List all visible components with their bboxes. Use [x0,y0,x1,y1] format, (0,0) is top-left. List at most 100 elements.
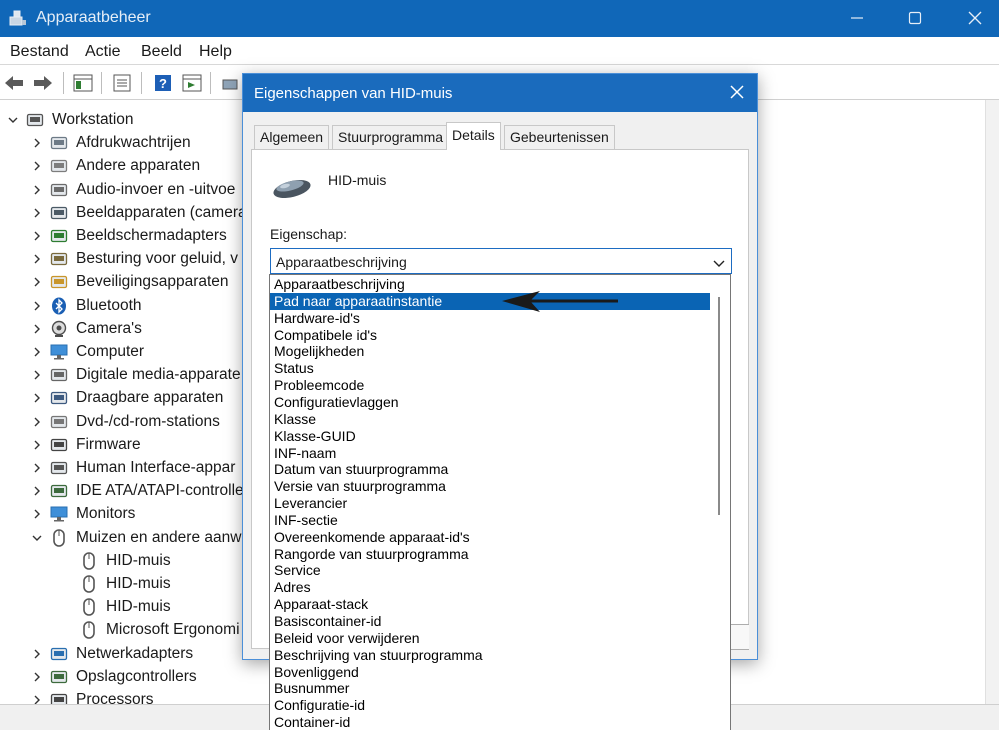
tree-item-category-5[interactable]: Besturing voor geluid, v [30,248,238,270]
tree-item-category-15[interactable]: IDE ATA/ATAPI-controlle [30,480,244,502]
dropdown-option[interactable]: Datum van stuurprogramma [270,461,710,478]
tree-item-category-0[interactable]: Afdrukwachtrijen [30,132,191,154]
chevron-right-icon[interactable] [30,136,44,150]
tree-item-workstation[interactable]: Workstation [6,109,134,131]
dropdown-option[interactable]: Status [270,360,710,377]
dropdown-option[interactable]: Service [270,562,710,579]
tree-item-category-8[interactable]: Camera's [30,318,142,340]
dropdown-option[interactable]: INF-naam [270,445,710,462]
chevron-down-icon[interactable] [6,113,20,127]
tree-item-category-7[interactable]: Bluetooth [30,295,142,317]
chevron-right-icon[interactable] [30,693,44,704]
dropdown-option[interactable]: Rangorde van stuurprogramma [270,546,710,563]
dropdown-option[interactable]: Adres [270,579,710,596]
chevron-right-icon[interactable] [30,252,44,266]
dropdown-option[interactable]: Container-id [270,714,710,730]
dropdown-option[interactable]: Klasse-GUID [270,428,710,445]
menu-actie[interactable]: Actie [85,43,121,61]
chevron-down-icon[interactable] [30,531,44,545]
dropdown-option[interactable]: Klasse [270,411,710,428]
tree-item-device-2[interactable]: HID-muis [60,596,171,618]
dropdown-option[interactable]: Hardware-id's [270,310,710,327]
dropdown-option[interactable]: Bovenliggend [270,664,710,681]
dropdown-option[interactable]: Overeenkomende apparaat-id's [270,529,710,546]
dropdown-option[interactable]: Apparaatbeschrijving [270,276,710,293]
dropdown-option[interactable]: Compatibele id's [270,327,710,344]
tree-scrollbar[interactable] [985,100,999,704]
chevron-right-icon[interactable] [30,461,44,475]
dialog-close-icon[interactable] [727,82,747,102]
minimize-icon[interactable] [842,6,872,30]
chevron-right-icon[interactable] [30,183,44,197]
tab-details[interactable]: Details [446,122,501,150]
dropdown-option[interactable]: Probleemcode [270,377,710,394]
maximize-icon[interactable] [900,6,930,30]
chevron-right-icon[interactable] [30,299,44,313]
chevron-right-icon[interactable] [30,275,44,289]
tree-item-category-3[interactable]: Beeldapparaten (camera [30,202,247,224]
tree-item-category-6[interactable]: Beveiligingsapparaten [30,271,229,293]
dropdown-option[interactable]: Configuratievlaggen [270,394,710,411]
chevron-right-icon[interactable] [30,391,44,405]
dropdown-option[interactable]: Configuratie-id [270,697,710,714]
dropdown-option[interactable]: Beschrijving van stuurprogramma [270,647,710,664]
tree-item-category-12[interactable]: Dvd-/cd-rom-stations [30,411,220,433]
chevron-right-icon[interactable] [30,345,44,359]
dropdown-option[interactable]: INF-sectie [270,512,710,529]
chevron-right-icon[interactable] [30,229,44,243]
help-icon[interactable]: ? [151,72,175,94]
chevron-right-icon[interactable] [30,507,44,521]
tree-item-category-9[interactable]: Computer [30,341,144,363]
chevron-right-icon[interactable] [30,322,44,336]
tree-item-category-17[interactable]: Muizen en andere aanw [30,527,241,549]
tree-item-category-14[interactable]: Human Interface-appar [30,457,235,479]
tree-item-device-1[interactable]: HID-muis [60,573,171,595]
tree-item-category-after-1[interactable]: Opslagcontrollers [30,666,197,688]
tree-item-category-11[interactable]: Draagbare apparaten [30,387,223,409]
chevron-right-icon[interactable] [30,159,44,173]
dropdown-option[interactable]: Apparaat-stack [270,596,710,613]
close-icon[interactable] [960,6,990,30]
menu-beeld[interactable]: Beeld [141,43,182,61]
tree-item-category-4[interactable]: Beeldschermadapters [30,225,227,247]
dropdown-option[interactable]: Busnummer [270,680,710,697]
chevron-right-icon[interactable] [30,368,44,382]
tree-item-category-13[interactable]: Firmware [30,434,141,456]
tree-item-device-0[interactable]: HID-muis [60,550,171,572]
chevron-right-icon[interactable] [30,415,44,429]
chevron-right-icon[interactable] [30,206,44,220]
tab-algemeen[interactable]: Algemeen [254,125,330,149]
tree-item-category-after-2[interactable]: Processors [30,689,154,704]
chevron-right-icon[interactable] [30,484,44,498]
forward-arrow-icon[interactable] [31,72,55,94]
dropdown-scrollbar-thumb[interactable] [718,297,720,515]
dropdown-option[interactable]: Mogelijkheden [270,343,710,360]
dropdown-option[interactable]: Beleid voor verwijderen [270,630,710,647]
device-list-icon[interactable] [110,72,134,94]
properties-panel-icon[interactable] [71,72,95,94]
tree-item-category-after-0[interactable]: Netwerkadapters [30,643,193,665]
tree-item-category-2[interactable]: Audio-invoer en -uitvoe [30,179,235,201]
menu-bestand[interactable]: Bestand [10,43,69,61]
chevron-right-icon[interactable] [30,647,44,661]
dropdown-option[interactable]: Pad naar apparaatinstantie [270,292,710,310]
tab-stuurprogramma[interactable]: Stuurprogramma [332,125,450,149]
tree-item-label: Netwerkadapters [76,644,194,662]
menu-help[interactable]: Help [199,43,232,61]
tree-item-category-10[interactable]: Digitale media-apparate [30,364,241,386]
property-select[interactable]: Apparaatbeschrijving [270,248,732,274]
chevron-right-icon[interactable] [30,438,44,452]
dropdown-scrollbar[interactable] [710,275,730,730]
back-arrow-icon[interactable] [2,72,26,94]
scan-hardware-icon[interactable] [219,72,243,94]
tree-item-category-16[interactable]: Monitors [30,503,135,525]
chevron-right-icon[interactable] [30,670,44,684]
dialog-button[interactable] [729,624,749,650]
tab-gebeurtenissen[interactable]: Gebeurtenissen [504,125,615,149]
dropdown-option[interactable]: Basiscontainer-id [270,613,710,630]
tree-item-category-1[interactable]: Andere apparaten [30,155,200,177]
dropdown-option[interactable]: Versie van stuurprogramma [270,478,710,495]
tree-item-device-3[interactable]: Microsoft Ergonomi [60,619,240,641]
dropdown-option[interactable]: Leverancier [270,495,710,512]
action-panel-icon[interactable] [180,72,204,94]
